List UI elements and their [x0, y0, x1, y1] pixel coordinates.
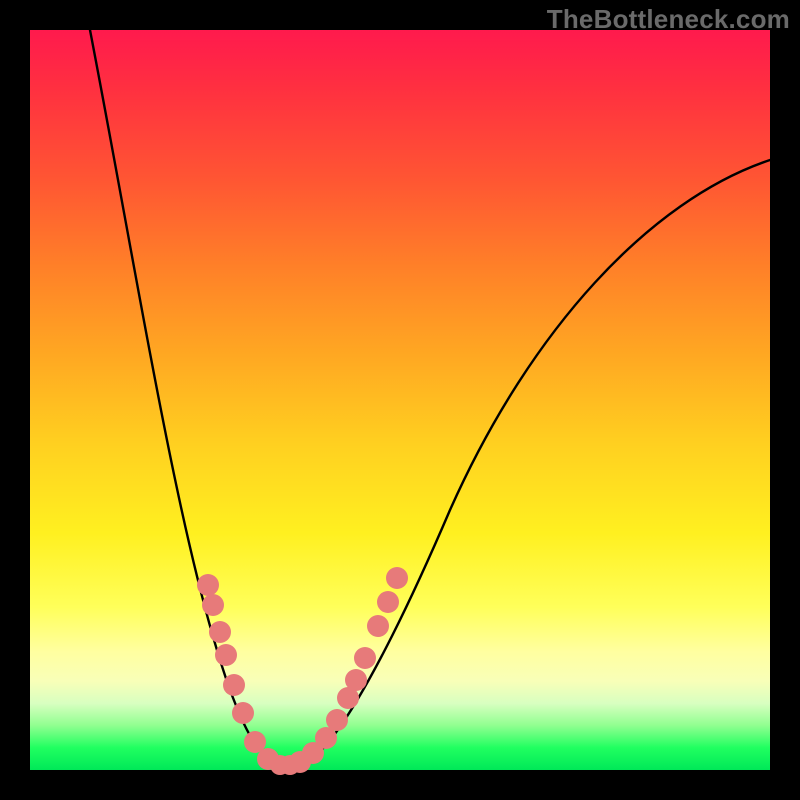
data-point-dot — [232, 702, 254, 724]
chart-frame: TheBottleneck.com — [0, 0, 800, 800]
data-point-dot — [223, 674, 245, 696]
data-point-dot — [209, 621, 231, 643]
data-point-dot — [326, 709, 348, 731]
data-point-dot — [197, 574, 219, 596]
dots-left-branch — [197, 574, 279, 770]
bottleneck-curve — [90, 30, 770, 766]
data-point-dot — [345, 669, 367, 691]
data-point-dot — [367, 615, 389, 637]
chart-plot-area — [30, 30, 770, 770]
watermark-text: TheBottleneck.com — [547, 4, 790, 35]
bottleneck-curve-svg — [30, 30, 770, 770]
data-point-dot — [386, 567, 408, 589]
data-point-dot — [202, 594, 224, 616]
data-point-dot — [280, 755, 300, 775]
dots-right-branch — [289, 567, 408, 773]
data-point-dot — [377, 591, 399, 613]
dots-valley — [270, 755, 300, 775]
data-point-dot — [215, 644, 237, 666]
data-point-dot — [354, 647, 376, 669]
